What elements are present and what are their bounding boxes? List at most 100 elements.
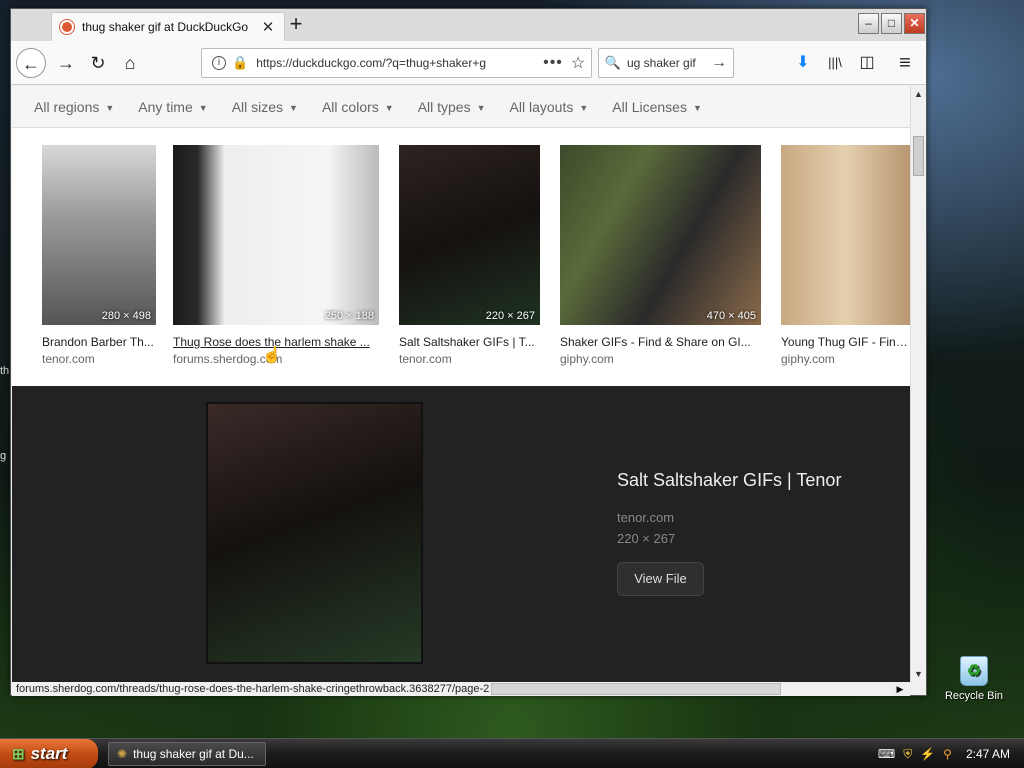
horizontal-scrollbar[interactable] xyxy=(491,683,781,695)
detail-dimensions: 220 × 267 xyxy=(617,531,676,546)
result-title[interactable]: Salt Saltshaker GIFs | T... xyxy=(399,335,540,349)
task-label: thug shaker gif at Du... xyxy=(133,747,254,761)
result-source: tenor.com xyxy=(42,352,95,366)
recycle-bin-icon: ♻ xyxy=(960,656,988,686)
tab-title: thug shaker gif at DuckDuckGo xyxy=(82,20,249,34)
caret-down-icon: ▼ xyxy=(476,102,486,113)
search-go-icon[interactable]: → xyxy=(711,54,733,72)
menu-icon[interactable]: ≡ xyxy=(891,48,919,78)
security-shield-icon[interactable]: ⛨ xyxy=(903,747,912,762)
result-thumbnail[interactable] xyxy=(781,145,910,325)
browser-window: thug shaker gif at DuckDuckGo ✕ + – □ ✕ … xyxy=(10,8,927,696)
url-bar[interactable]: i 🔒 https://duckduckgo.com/?q=thug+shake… xyxy=(201,48,592,78)
info-icon[interactable]: i xyxy=(212,56,226,70)
forward-button[interactable]: → xyxy=(51,48,81,78)
result-thumbnail[interactable]: 280 × 498 xyxy=(42,145,156,325)
scroll-up-icon[interactable]: ▲ xyxy=(911,86,926,102)
desktop-edge-text-1: th xyxy=(0,365,10,377)
result-title[interactable]: Shaker GIFs - Find & Share on GI... xyxy=(560,335,761,349)
bookmark-star-icon[interactable]: ☆ xyxy=(565,53,591,73)
image-result[interactable]: 250 × 188 Thug Rose does the harlem shak… xyxy=(173,145,379,366)
duckduckgo-favicon-icon xyxy=(60,20,74,34)
page-actions-icon[interactable]: ••• xyxy=(541,54,565,72)
keyboard-icon[interactable]: ⌨ xyxy=(878,747,895,761)
result-source: giphy.com xyxy=(781,352,835,366)
filter-label: Any time xyxy=(138,98,193,115)
taskbar: ⊞ start ✺ thug shaker gif at Du... ⌨ ⛨ ⚡… xyxy=(0,738,1024,768)
caret-down-icon: ▼ xyxy=(384,102,394,113)
filter-time[interactable]: Any time ▼ xyxy=(138,99,207,115)
filter-label: All regions xyxy=(34,98,100,115)
start-button[interactable]: ⊞ start xyxy=(0,739,98,768)
filter-colors[interactable]: All colors ▼ xyxy=(322,99,394,115)
scroll-right-icon[interactable]: ▶ xyxy=(893,682,907,696)
caret-down-icon: ▼ xyxy=(105,102,115,113)
taskbar-browser-task[interactable]: ✺ thug shaker gif at Du... xyxy=(108,742,266,766)
result-title[interactable]: Brandon Barber Th... xyxy=(42,335,156,349)
close-window-button[interactable]: ✕ xyxy=(904,13,925,34)
filter-label: All types xyxy=(417,98,471,115)
desktop-edge-text-2: g xyxy=(0,450,7,462)
image-result[interactable]: 280 × 498 Brandon Barber Th... tenor.com xyxy=(42,145,156,366)
filter-label: All layouts xyxy=(509,98,574,115)
detail-source[interactable]: tenor.com xyxy=(617,510,674,525)
minimize-button[interactable]: – xyxy=(858,13,879,34)
clock[interactable]: 2:47 AM xyxy=(966,747,1010,761)
hand-cursor-icon: ☝ xyxy=(262,347,282,364)
back-button[interactable]: ← xyxy=(16,48,46,78)
filter-sizes[interactable]: All sizes ▼ xyxy=(232,99,298,115)
recycle-bin-shortcut[interactable]: ♻ Recycle Bin xyxy=(942,656,1006,702)
view-file-button[interactable]: View File xyxy=(617,562,704,596)
navigation-toolbar: ← → ↻ ⌂ i 🔒 https://duckduckgo.com/?q=th… xyxy=(11,41,926,85)
detail-title[interactable]: Salt Saltshaker GIFs | Tenor xyxy=(617,470,841,491)
caret-down-icon: ▼ xyxy=(289,102,298,113)
result-thumbnail[interactable]: 250 × 188 xyxy=(173,145,379,325)
vertical-scrollbar[interactable]: ▲ ▼ xyxy=(910,86,926,682)
result-source: giphy.com xyxy=(560,352,614,366)
page-content: All regions ▼ Any time ▼ All sizes ▼ All co… xyxy=(12,86,910,682)
image-results-row: 280 × 498 Brandon Barber Th... tenor.com… xyxy=(12,128,910,386)
filter-label: All sizes xyxy=(231,98,284,115)
filter-label: All Licenses xyxy=(612,98,687,115)
image-result[interactable]: Young Thug GIF - Find & giphy.com xyxy=(781,145,910,366)
caret-down-icon: ▼ xyxy=(198,102,208,113)
system-tray: ⌨ ⛨ ⚡ ⚲ 2:47 AM xyxy=(864,739,1024,768)
detail-preview-image[interactable] xyxy=(206,402,423,664)
image-dimensions: 470 × 405 xyxy=(706,310,756,322)
result-title[interactable]: Young Thug GIF - Find & xyxy=(781,335,910,349)
library-icon[interactable]: |||\ xyxy=(821,48,849,78)
recycle-bin-label: Recycle Bin xyxy=(944,690,1004,702)
reload-button[interactable]: ↻ xyxy=(83,48,113,78)
search-input[interactable]: ug shaker gif xyxy=(627,56,711,70)
browser-task-icon: ✺ xyxy=(117,747,128,761)
image-dimensions: 220 × 267 xyxy=(485,310,535,322)
url-text[interactable]: https://duckduckgo.com/?q=thug+shaker+g xyxy=(256,56,541,70)
browser-tab[interactable]: thug shaker gif at DuckDuckGo ✕ xyxy=(51,12,285,41)
home-button[interactable]: ⌂ xyxy=(115,48,145,78)
caret-down-icon: ▼ xyxy=(692,102,702,113)
filter-types[interactable]: All types ▼ xyxy=(418,99,486,115)
filter-licenses[interactable]: All Licenses ▼ xyxy=(612,99,702,115)
sidebar-icon[interactable]: ◫ xyxy=(853,48,881,78)
image-result[interactable]: 470 × 405 Shaker GIFs - Find & Share on … xyxy=(560,145,761,366)
search-tray-icon[interactable]: ⚲ xyxy=(943,747,952,761)
scroll-down-icon[interactable]: ▼ xyxy=(911,666,926,682)
image-result[interactable]: 220 × 267 Salt Saltshaker GIFs | T... te… xyxy=(399,145,540,366)
filter-label: All colors xyxy=(321,98,379,115)
scroll-thumb[interactable] xyxy=(913,136,924,176)
download-icon[interactable]: ⬇ xyxy=(789,48,817,78)
search-bar[interactable]: 🔍 ug shaker gif → xyxy=(598,48,734,78)
search-icon: 🔍 xyxy=(604,55,622,70)
result-thumbnail[interactable]: 220 × 267 xyxy=(399,145,540,325)
filter-layouts[interactable]: All layouts ▼ xyxy=(510,99,589,115)
image-dimensions: 280 × 498 xyxy=(101,310,151,322)
network-icon[interactable]: ⚡ xyxy=(920,747,935,761)
result-thumbnail[interactable]: 470 × 405 xyxy=(560,145,761,325)
window-controls: – □ ✕ xyxy=(856,13,925,34)
new-tab-button[interactable]: + xyxy=(283,13,309,37)
filter-regions[interactable]: All regions ▼ xyxy=(34,99,114,115)
maximize-button[interactable]: □ xyxy=(881,13,902,34)
windows-logo-icon: ⊞ xyxy=(12,746,25,763)
start-label: start xyxy=(30,744,68,763)
tab-close-icon[interactable]: ✕ xyxy=(260,18,276,36)
